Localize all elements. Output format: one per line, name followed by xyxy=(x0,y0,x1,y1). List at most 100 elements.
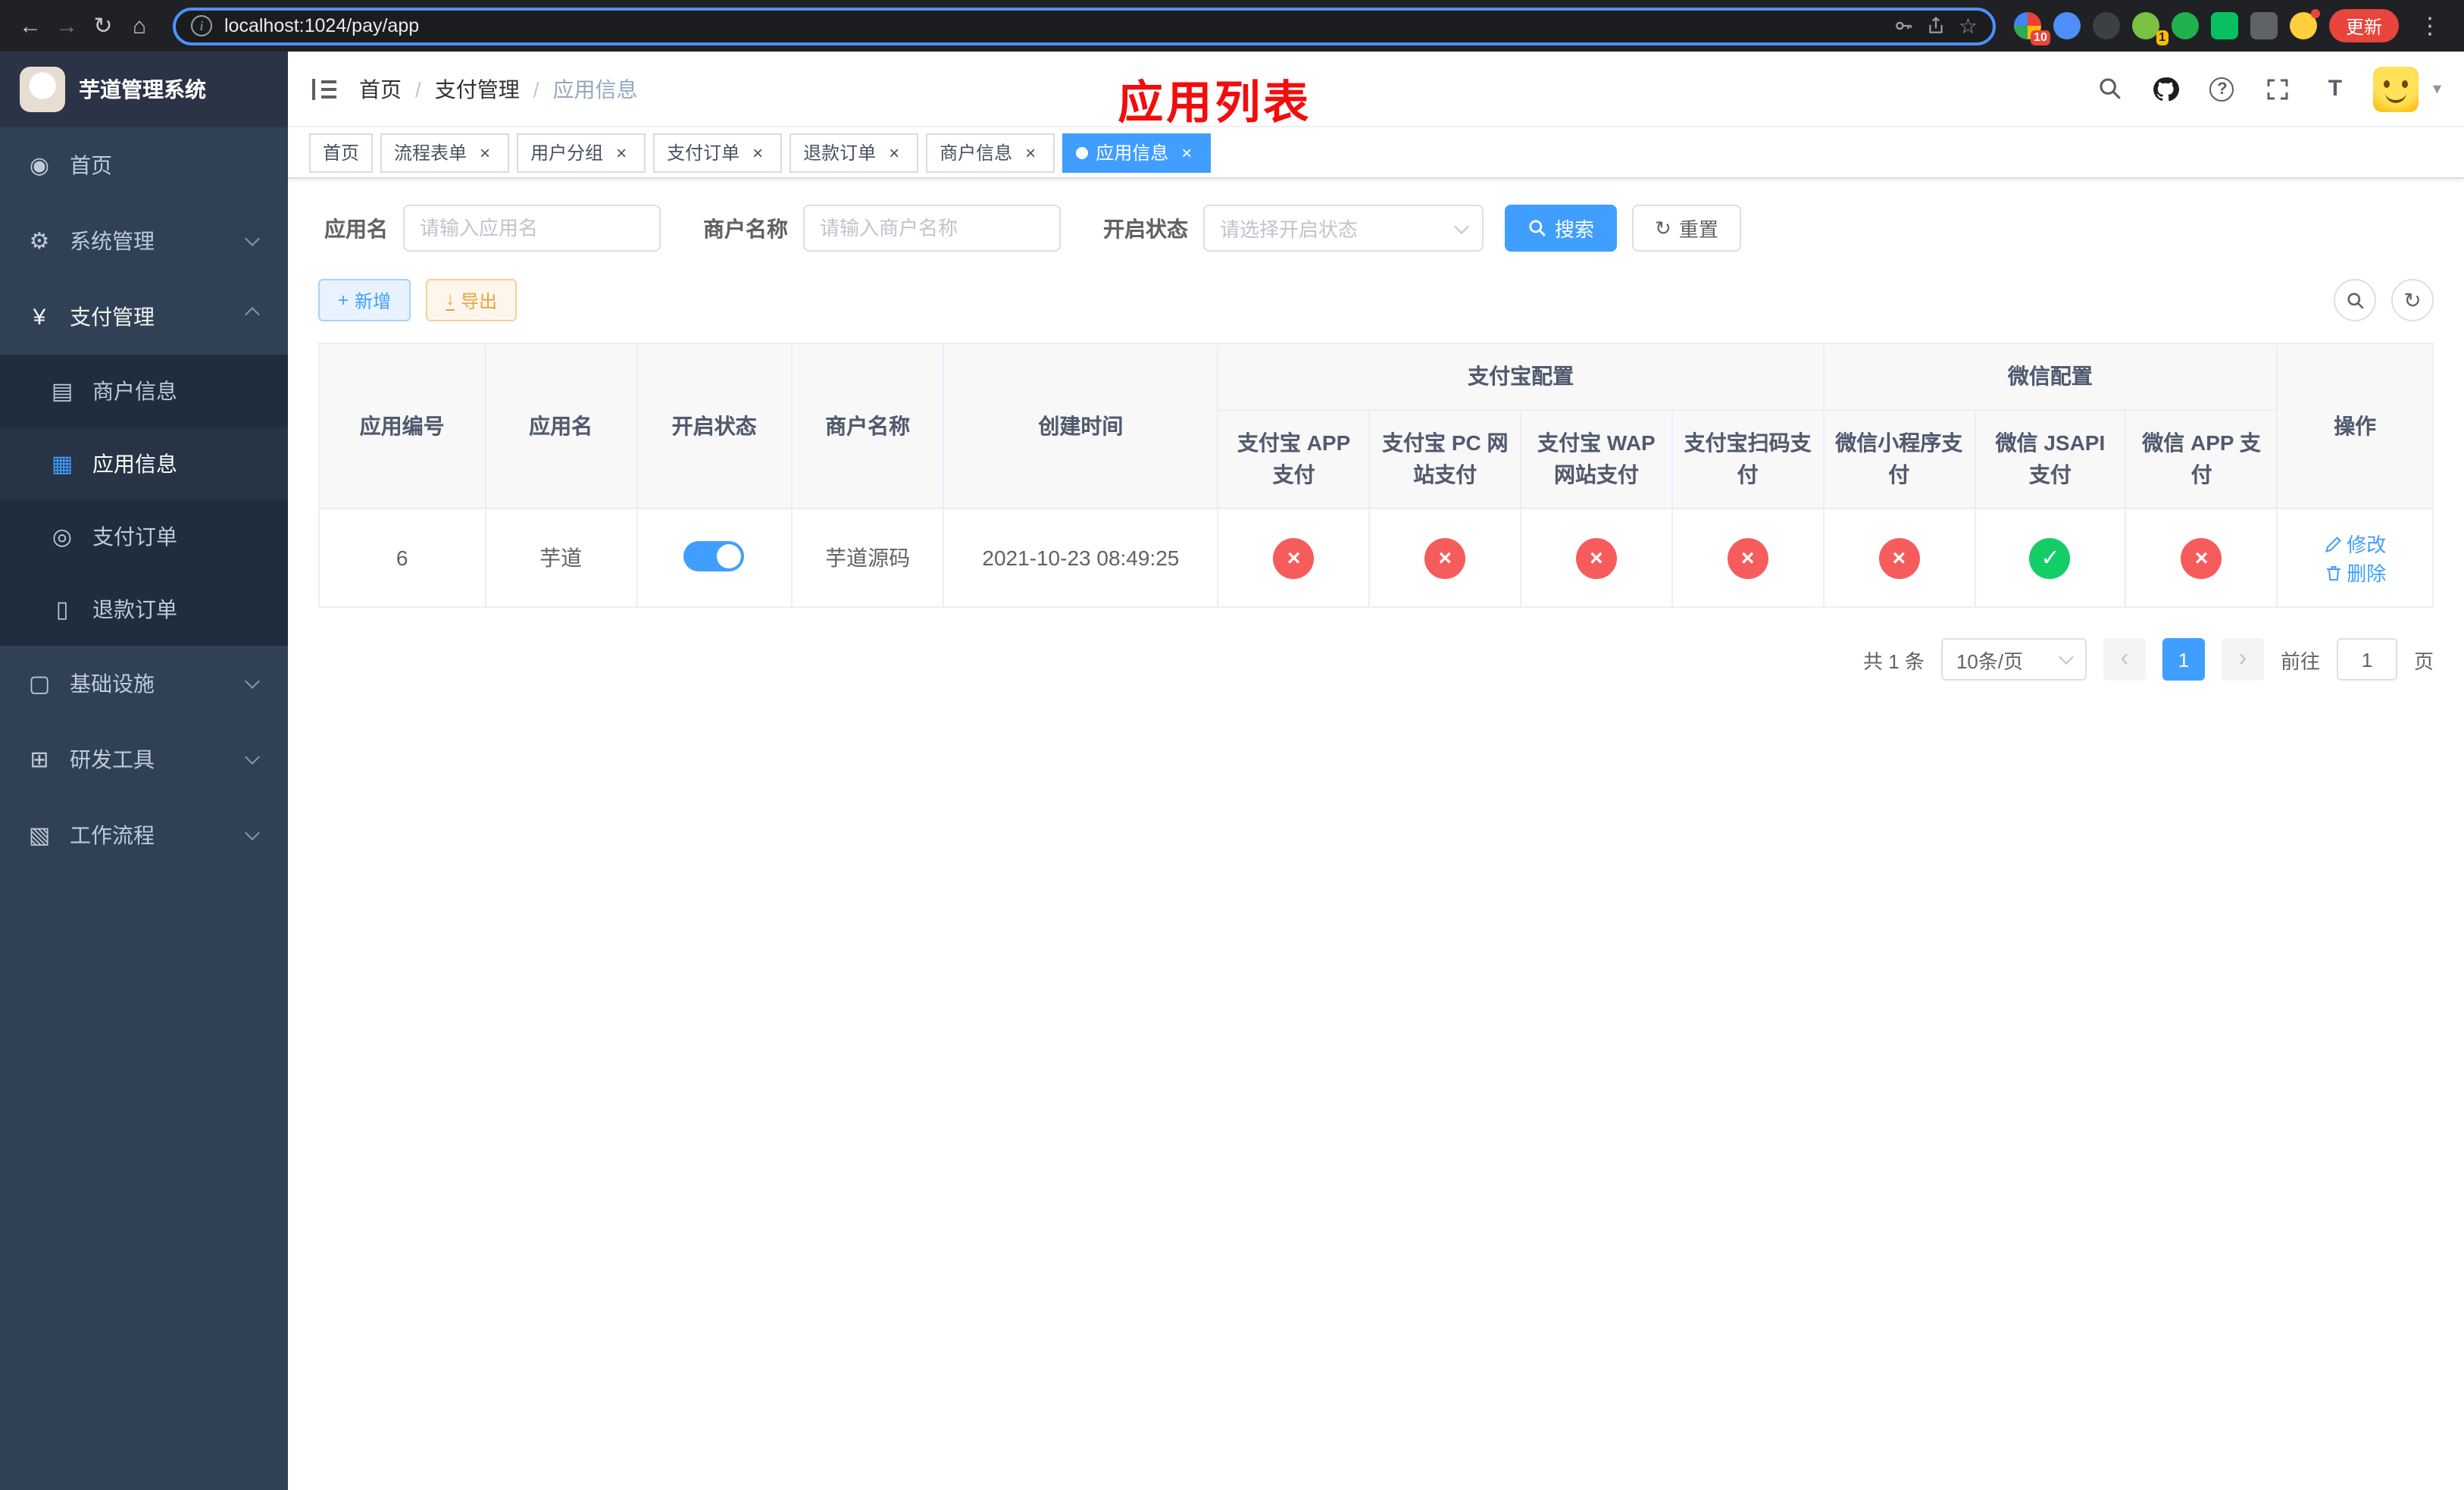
tab-merchant-info[interactable]: 商户信息 × xyxy=(926,133,1055,172)
extension-green-circle-icon[interactable] xyxy=(2171,12,2199,39)
user-avatar[interactable] xyxy=(2373,66,2419,111)
sidebar-item-merchant-info[interactable]: ▤ 商户信息 xyxy=(0,355,288,427)
url-bar[interactable]: i localhost:1024/pay/app ☆ xyxy=(173,7,1996,45)
tab-close-icon[interactable]: × xyxy=(883,142,905,163)
extension-pin-icon[interactable] xyxy=(2250,12,2278,39)
extensions-area: 10 1 更新 ⋮ xyxy=(2011,9,2452,45)
extension-dark-icon[interactable] xyxy=(2092,12,2120,39)
sidebar-item-home[interactable]: ◉ 首页 xyxy=(0,127,288,203)
cell-app-id: 6 xyxy=(318,508,486,608)
breadcrumb-home[interactable]: 首页 xyxy=(359,74,402,104)
table-toolbar: + 新增 ↓ 导出 ↻ xyxy=(318,279,2434,321)
extension-emoji-icon[interactable] xyxy=(2289,9,2320,39)
tab-user-group[interactable]: 用户分组 × xyxy=(517,133,646,172)
breadcrumb-separator: / xyxy=(415,77,421,101)
cell-app-name: 芋道 xyxy=(484,508,637,608)
tab-close-icon[interactable]: × xyxy=(611,142,632,163)
sidebar-item-system[interactable]: ⚙ 系统管理 xyxy=(0,203,288,279)
font-size-icon[interactable]: T xyxy=(2318,72,2351,105)
browser-back-button[interactable]: ← xyxy=(12,8,48,44)
next-page-button[interactable]: › xyxy=(2221,638,2264,681)
tab-app-info[interactable]: 应用信息 × xyxy=(1062,133,1212,172)
tab-home[interactable]: 首页 xyxy=(309,133,374,172)
avatar-eye xyxy=(2384,80,2391,87)
password-key-icon[interactable] xyxy=(1893,15,1915,36)
status-select[interactable]: 请选择开启状态 xyxy=(1203,205,1484,252)
status-toggle[interactable] xyxy=(683,540,745,571)
browser-forward-button[interactable]: → xyxy=(48,8,85,44)
help-icon[interactable]: ? xyxy=(2206,72,2239,105)
sidebar-item-refund-order[interactable]: ▯ 退款订单 xyxy=(0,573,288,646)
col-app-name: 应用名 xyxy=(484,343,637,509)
col-wx-lite: 微信小程序支付 xyxy=(1822,409,1976,509)
cell-created: 2021-10-23 08:49:25 xyxy=(942,508,1219,608)
fullscreen-icon[interactable] xyxy=(2262,72,2295,105)
avatar-caret-icon[interactable]: ▾ xyxy=(2433,79,2441,99)
logo-avatar xyxy=(20,67,65,112)
tab-process-form[interactable]: 流程表单 × xyxy=(380,133,510,172)
breadcrumb-separator: / xyxy=(533,77,539,101)
bookmark-star-icon[interactable]: ☆ xyxy=(1959,13,1978,39)
tab-close-icon[interactable]: × xyxy=(747,142,768,163)
share-icon[interactable] xyxy=(1927,15,1946,36)
download-icon: ↓ xyxy=(446,288,455,311)
breadcrumb-section[interactable]: 支付管理 xyxy=(435,74,520,104)
sidebar-fold-icon[interactable] xyxy=(311,77,338,101)
delete-button-label: 删除 xyxy=(2347,562,2387,585)
sidebar-item-label: 基础设施 xyxy=(70,671,155,696)
extension-colorful-icon[interactable]: 10 xyxy=(2013,12,2050,45)
merchant-name-input[interactable] xyxy=(803,205,1061,252)
chrome-menu-icon[interactable]: ⋮ xyxy=(2411,12,2449,39)
sidebar-item-pay[interactable]: ¥ 支付管理 xyxy=(0,279,288,355)
tab-pay-order[interactable]: 支付订单 × xyxy=(653,133,783,172)
tab-close-icon[interactable]: × xyxy=(1020,142,1041,163)
page-size-select[interactable]: 10条/页 xyxy=(1940,638,2087,681)
export-button[interactable]: ↓ 导出 xyxy=(426,279,518,321)
edit-button[interactable]: 修改 xyxy=(2324,529,2386,558)
extension-blue-icon[interactable] xyxy=(2053,12,2081,39)
sidebar-item-app-info[interactable]: ▦ 应用信息 xyxy=(0,427,288,500)
col-wx-jsapi: 微信 JSAPI 支付 xyxy=(1974,409,2127,509)
browser-reload-button[interactable]: ↻ xyxy=(85,8,121,44)
extension-wechat-icon[interactable] xyxy=(2210,12,2238,39)
site-info-icon[interactable]: i xyxy=(191,15,212,36)
github-icon[interactable] xyxy=(2150,72,2183,105)
extension-avatar-icon[interactable]: 1 xyxy=(2131,12,2169,45)
avatar-eye xyxy=(2402,80,2409,87)
col-action: 操作 xyxy=(2276,343,2434,509)
delete-button[interactable]: 删除 xyxy=(2324,558,2386,587)
sidebar-item-devtool[interactable]: ⊞ 研发工具 xyxy=(0,722,288,797)
reset-button[interactable]: ↻ 重置 xyxy=(1632,205,1741,252)
tab-refund-order[interactable]: 退款订单 × xyxy=(790,133,919,172)
tags-bar: 首页 流程表单 × 用户分组 × 支付订单 × 退款订单 × 商户信息 × 应用… xyxy=(288,127,2464,179)
toggle-search-button[interactable] xyxy=(2334,279,2376,321)
search-button-label: 搜索 xyxy=(1555,218,1595,241)
col-merchant: 商户名称 xyxy=(791,343,944,509)
cell-wx-app: × xyxy=(2125,508,2278,608)
cell-status xyxy=(636,508,793,608)
tab-close-icon[interactable]: × xyxy=(1176,142,1197,163)
sidebar-item-pay-order[interactable]: ◎ 支付订单 xyxy=(0,500,288,573)
workflow-icon: ▧ xyxy=(28,823,51,849)
browser-home-button[interactable]: ⌂ xyxy=(121,8,158,44)
filter-form: 应用名 商户名称 开启状态 请选择开启状态 搜索 xyxy=(318,205,2434,252)
search-icon[interactable] xyxy=(2093,72,2127,105)
refresh-table-button[interactable]: ↻ xyxy=(2391,279,2434,321)
goto-page-input[interactable] xyxy=(2336,638,2397,681)
app-name-input[interactable] xyxy=(403,205,661,252)
prev-page-button[interactable]: ‹ xyxy=(2103,638,2146,681)
sidebar-item-label: 工作流程 xyxy=(70,823,155,847)
grid-icon: ▦ xyxy=(51,452,73,477)
page-number-button[interactable]: 1 xyxy=(2162,638,2205,681)
chrome-update-button[interactable]: 更新 xyxy=(2328,9,2399,42)
edit-button-label: 修改 xyxy=(2347,534,2387,556)
tab-close-icon[interactable]: × xyxy=(474,142,496,163)
sidebar-item-infra[interactable]: ▢ 基础设施 xyxy=(0,646,288,722)
search-button[interactable]: 搜索 xyxy=(1505,205,1618,252)
col-alipay-pc: 支付宝 PC 网站支付 xyxy=(1368,409,1522,509)
sidebar-item-label: 退款订单 xyxy=(92,597,177,621)
extension-badge-2: 1 xyxy=(2156,30,2169,45)
add-button[interactable]: + 新增 xyxy=(318,279,411,321)
sidebar-item-workflow[interactable]: ▧ 工作流程 xyxy=(0,797,288,873)
gear-icon: ⚙ xyxy=(29,229,50,255)
